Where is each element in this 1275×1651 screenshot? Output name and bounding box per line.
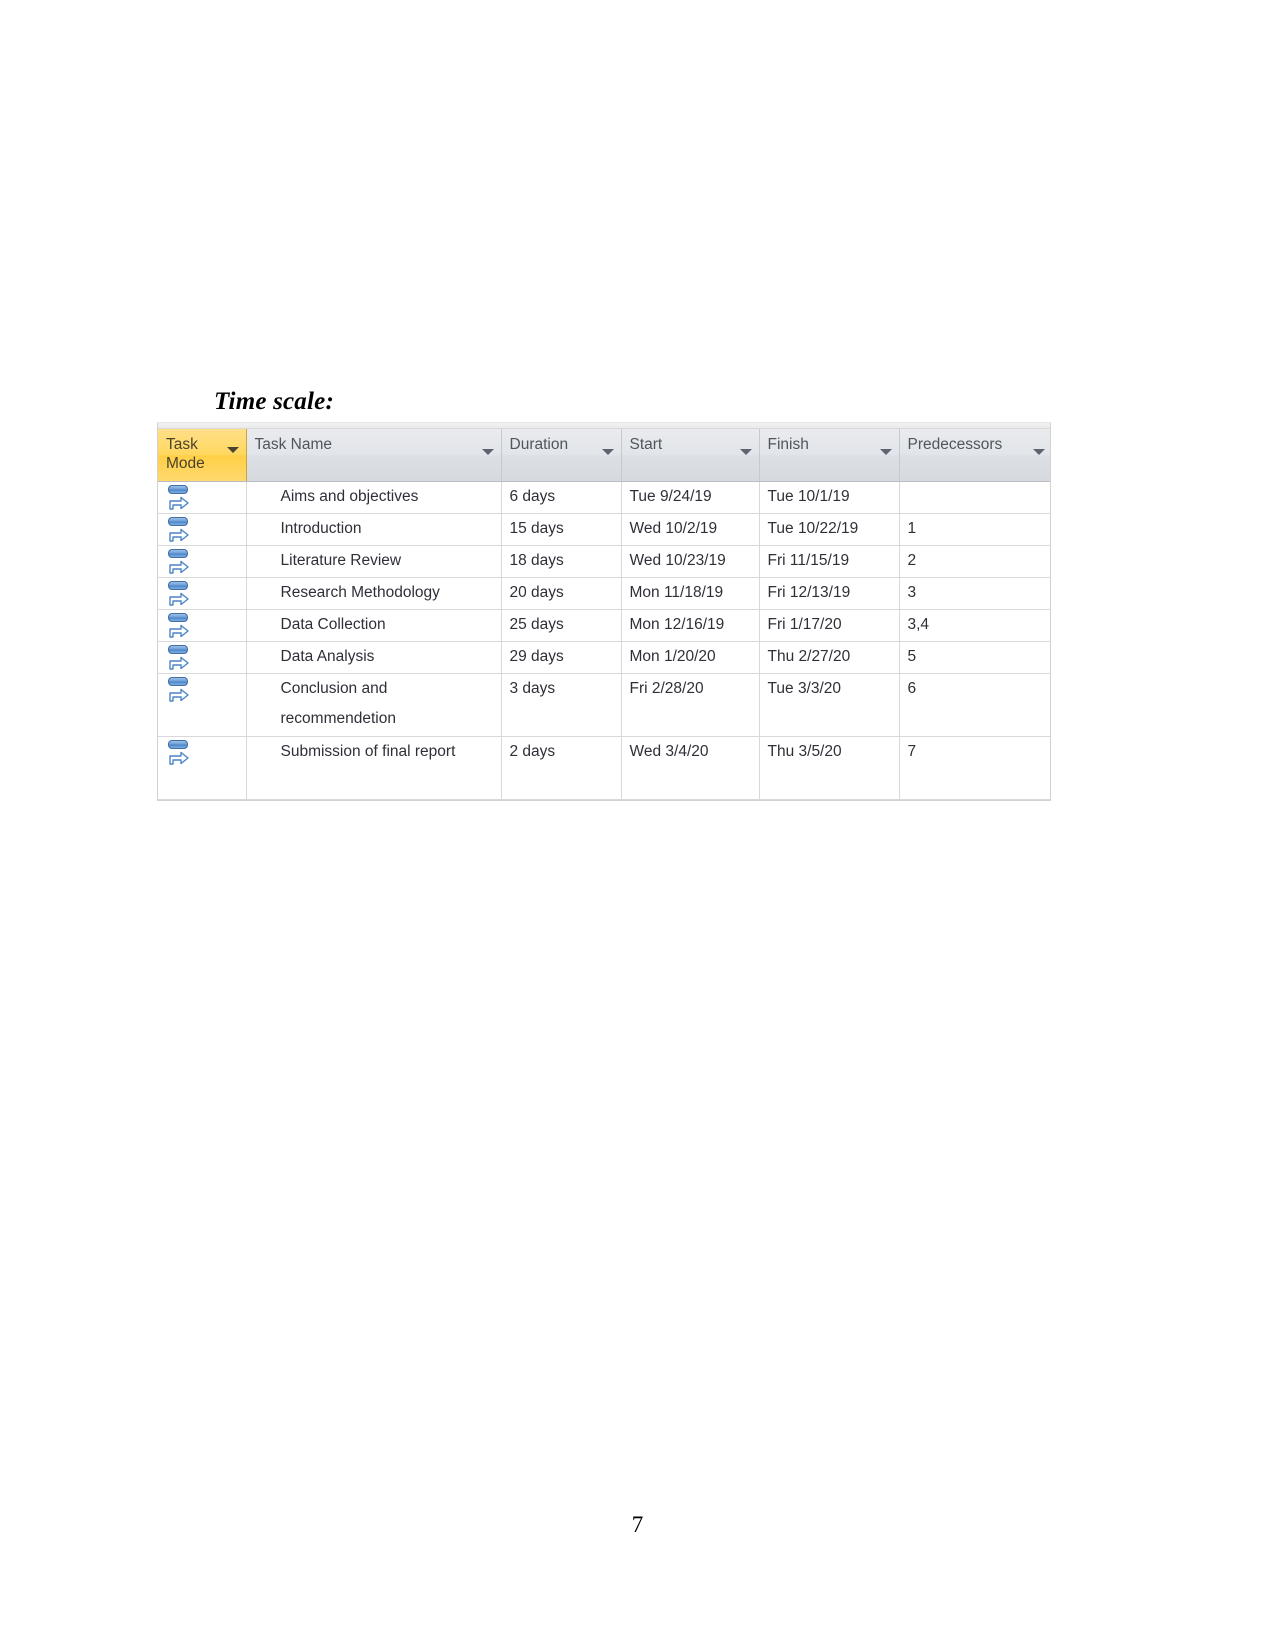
table-header: Task Mode Task Name Duration Start Finis… [158,429,1050,482]
cell-task-name[interactable]: Data Analysis [246,641,502,674]
cell-finish[interactable]: Fri 12/13/19 [759,577,900,610]
cell-finish[interactable]: Tue 3/3/20 [759,673,900,737]
cell-start[interactable]: Mon 12/16/19 [621,609,760,642]
cell-task-mode[interactable] [158,736,247,800]
cell-task-mode[interactable] [158,577,247,610]
cell-predecessors[interactable]: 2 [899,545,1050,578]
cell-finish[interactable]: Fri 1/17/20 [759,609,900,642]
auto-scheduled-icon [167,613,191,639]
auto-scheduled-icon [167,485,191,511]
cell-duration[interactable]: 18 days [501,545,622,578]
column-header-label-finish: Finish [767,436,809,453]
cell-task-mode[interactable] [158,545,247,578]
filter-dropdown-icon-start[interactable] [739,449,752,455]
cell-finish[interactable]: Tue 10/22/19 [759,513,900,546]
column-header-label-task-name: Task Name [254,436,333,453]
page-number: 7 [631,1512,644,1537]
cell-finish[interactable]: Fri 11/15/19 [759,545,900,578]
column-header-duration[interactable]: Duration [501,429,622,482]
cell-start[interactable]: Wed 10/2/19 [621,513,760,546]
cell-task-mode[interactable] [158,609,247,642]
cell-predecessors[interactable]: 3 [899,577,1050,610]
auto-scheduled-icon [167,517,191,543]
cell-duration[interactable]: 15 days [501,513,622,546]
cell-finish[interactable]: Tue 10/1/19 [759,481,900,514]
table-row[interactable]: Conclusion and recommendetion 3 days Fri 2… [158,673,1050,737]
column-header-finish[interactable]: Finish [759,429,900,482]
table-row[interactable]: Literature Review 18 days Wed 10/23/19 Fri … [158,545,1050,578]
table-row[interactable]: Aims and objectives 6 days Tue 9/24/19 Tue … [158,481,1050,514]
cell-task-name[interactable]: Conclusion and recommendetion [246,673,502,737]
cell-finish[interactable]: Thu 2/27/20 [759,641,900,674]
auto-scheduled-icon [167,645,191,671]
task-table: Task Mode Task Name Duration Start Finis… [158,429,1050,800]
document-page: Time scale: Task Mode Task Name Duration… [0,0,1275,1651]
column-header-predecessors[interactable]: Predecessors [899,429,1050,482]
column-header-label-predecessors: Predecessors [907,436,1003,453]
cell-task-name[interactable]: Introduction [246,513,502,546]
cell-predecessors[interactable] [899,481,1050,514]
column-header-label-start: Start [629,436,663,453]
cell-predecessors[interactable]: 3,4 [899,609,1050,642]
cell-duration[interactable]: 6 days [501,481,622,514]
cell-start[interactable]: Wed 3/4/20 [621,736,760,800]
table-row[interactable]: Introduction 15 days Wed 10/2/19 Tue 10/22/… [158,513,1050,546]
page-title: Time scale: [214,388,334,415]
cell-task-mode[interactable] [158,513,247,546]
column-header-task-name[interactable]: Task Name [246,429,502,482]
filter-dropdown-icon-duration[interactable] [601,449,614,455]
cell-task-mode[interactable] [158,641,247,674]
table-row[interactable]: Research Methodology 20 days Mon 11/18/19 F… [158,577,1050,610]
cell-start[interactable]: Wed 10/23/19 [621,545,760,578]
cell-finish[interactable]: Thu 3/5/20 [759,736,900,800]
project-task-grid: Task Mode Task Name Duration Start Finis… [157,422,1051,801]
auto-scheduled-icon [167,549,191,575]
auto-scheduled-icon [167,740,191,766]
cell-task-name[interactable]: Research Methodology [246,577,502,610]
table-row[interactable]: Submission of final report 2 days Wed 3/4/… [158,736,1050,800]
cell-task-mode[interactable] [158,481,247,514]
cell-task-name[interactable]: Literature Review [246,545,502,578]
table-body: Aims and objectives 6 days Tue 9/24/19 Tue … [158,481,1050,800]
cell-task-name[interactable]: Submission of final report [246,736,502,800]
table-row[interactable]: Data Analysis 29 days Mon 1/20/20 Thu 2/27/… [158,641,1050,674]
column-header-start[interactable]: Start [621,429,760,482]
header-row: Task Mode Task Name Duration Start Finis… [158,429,1050,482]
filter-dropdown-icon-finish[interactable] [879,449,892,455]
column-header-task-mode[interactable]: Task Mode [158,429,247,482]
auto-scheduled-icon [167,677,191,703]
cell-task-name[interactable]: Data Collection [246,609,502,642]
cell-duration[interactable]: 20 days [501,577,622,610]
cell-duration[interactable]: 29 days [501,641,622,674]
cell-duration[interactable]: 2 days [501,736,622,800]
cell-predecessors[interactable]: 1 [899,513,1050,546]
cell-start[interactable]: Tue 9/24/19 [621,481,760,514]
cell-duration[interactable]: 25 days [501,609,622,642]
column-header-label-task-mode: Task Mode [166,436,205,472]
cell-predecessors[interactable]: 5 [899,641,1050,674]
filter-dropdown-icon-task-name[interactable] [481,449,494,455]
cell-task-name[interactable]: Aims and objectives [246,481,502,514]
table-row[interactable]: Data Collection 25 days Mon 12/16/19 Fri 1/… [158,609,1050,642]
filter-dropdown-icon-task-mode[interactable] [226,447,239,453]
filter-dropdown-icon-predecessors[interactable] [1033,449,1045,455]
cell-start[interactable]: Mon 1/20/20 [621,641,760,674]
auto-scheduled-icon [167,581,191,607]
cell-task-mode[interactable] [158,673,247,737]
cell-predecessors[interactable]: 7 [899,736,1050,800]
column-header-label-duration: Duration [509,436,569,453]
cell-predecessors[interactable]: 6 [899,673,1050,737]
cell-start[interactable]: Fri 2/28/20 [621,673,760,737]
cell-duration[interactable]: 3 days [501,673,622,737]
cell-start[interactable]: Mon 11/18/19 [621,577,760,610]
